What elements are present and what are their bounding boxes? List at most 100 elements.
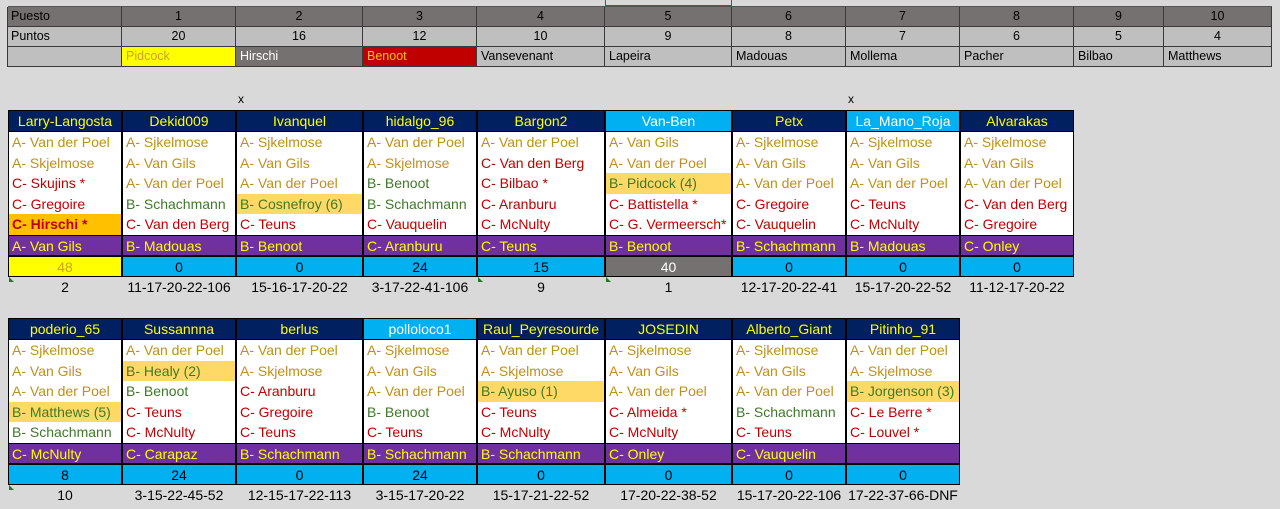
bonus-pick: B- Schachmann xyxy=(363,443,477,464)
points-cell[interactable]: 4 xyxy=(1164,27,1272,47)
pick-c: C- Aranburu xyxy=(236,381,363,402)
comment-flag-icon xyxy=(478,277,483,282)
points-cell[interactable]: 20 xyxy=(122,27,236,47)
points-cell[interactable]: 10 xyxy=(477,27,605,47)
team-header[interactable]: poderio_65 xyxy=(8,318,122,340)
rider-cell[interactable]: Mollema xyxy=(846,47,960,67)
pick-c: C- Teuns xyxy=(363,422,477,443)
team-stage-positions: 15-17-20-22-52 xyxy=(854,279,952,295)
team-stage-positions: 1 xyxy=(664,279,673,295)
bonus-pick: A- Van Gils xyxy=(8,235,122,256)
pick-c: C- Aranburu xyxy=(477,193,605,215)
comment-flag-icon xyxy=(9,277,14,282)
position-cell[interactable]: 1 xyxy=(122,7,236,27)
pick-c: C- G. Vermeersch* xyxy=(605,214,732,235)
bonus-pick: B- Schachmann xyxy=(477,443,605,464)
team-header[interactable]: hidalgo_96 xyxy=(363,110,477,132)
pick-a: A- Van der Poel xyxy=(732,381,846,402)
team-header[interactable]: Ivanquel xyxy=(236,110,363,132)
position-cell[interactable]: 10 xyxy=(1164,7,1272,27)
points-cell[interactable]: 6 xyxy=(960,27,1074,47)
points-cell[interactable]: 16 xyxy=(236,27,363,47)
team-header[interactable]: polloloco1 xyxy=(363,318,477,340)
team-header[interactable]: Petx xyxy=(732,110,846,132)
team-stage-positions: 17-22-37-66-DNF xyxy=(848,487,958,503)
pick-c: C- Skujins * xyxy=(8,173,122,194)
pick-a: A- Sjkelmose xyxy=(605,340,732,361)
team-score: 0 xyxy=(122,256,236,277)
team-header[interactable]: Van-Ben xyxy=(605,110,732,132)
pick-a: A- Van der Poel xyxy=(960,173,1074,194)
position-cell[interactable]: 8 xyxy=(960,7,1074,27)
team-score: 8 xyxy=(8,464,122,485)
team-header[interactable]: Larry-Langosta xyxy=(8,110,122,132)
pick-c: C- Almeida * xyxy=(605,401,732,423)
rider-cell[interactable]: Benoot xyxy=(363,47,477,67)
team-score: 24 xyxy=(363,256,477,277)
pick-a: A- Van Gils xyxy=(8,360,122,382)
pick-c: C- Van den Berg xyxy=(960,193,1074,215)
pick-b: B- Matthews (5) xyxy=(8,401,122,423)
position-cell[interactable]: 6 xyxy=(732,7,846,27)
team-header[interactable]: berlus xyxy=(236,318,363,340)
team-header[interactable]: Dekid009 xyxy=(122,110,236,132)
team-score: 0 xyxy=(236,464,363,485)
rider-cell[interactable]: Hirschi xyxy=(236,47,363,67)
team-header[interactable]: La_Mano_Roja xyxy=(846,110,960,132)
ranking-left-border xyxy=(7,7,8,67)
selected-cell[interactable] xyxy=(605,0,732,6)
pick-c: C- Gregoire xyxy=(732,193,846,215)
puesto-label[interactable]: Puesto xyxy=(8,7,122,27)
team-stage-positions: 3-17-22-41-106 xyxy=(371,279,469,295)
rider-cell[interactable]: Matthews xyxy=(1164,47,1272,67)
team-header[interactable]: Alvarakas xyxy=(960,110,1074,132)
team-stage-positions: 10 xyxy=(57,487,73,503)
position-cell[interactable]: 4 xyxy=(477,7,605,27)
pick-a: A- Van Gils xyxy=(732,360,846,382)
rider-cell[interactable]: Bilbao xyxy=(1074,47,1164,67)
pick-c: C- McNulty xyxy=(477,422,605,443)
points-cell[interactable]: 12 xyxy=(363,27,477,47)
position-cell[interactable]: 3 xyxy=(363,7,477,27)
pick-a: A- Van der Poel xyxy=(363,381,477,402)
puntos-label[interactable]: Puntos xyxy=(8,27,122,47)
points-cell[interactable]: 9 xyxy=(605,27,732,47)
team-header[interactable]: Pitinho_91 xyxy=(846,318,960,340)
team-score: 0 xyxy=(477,464,605,485)
rider-cell[interactable]: Madouas xyxy=(732,47,846,67)
pick-b: B- Schachmann xyxy=(8,422,122,443)
team-header[interactable]: Sussannna xyxy=(122,318,236,340)
bonus-pick: B- Schachmann xyxy=(236,443,363,464)
points-cell[interactable]: 8 xyxy=(732,27,846,47)
bonus-pick: C- Onley xyxy=(605,443,732,464)
ranking-empty-cell[interactable] xyxy=(8,47,122,67)
team-header[interactable]: JOSEDIN xyxy=(605,318,732,340)
rider-cell[interactable]: Pidcock xyxy=(122,47,236,67)
points-cell[interactable]: 7 xyxy=(846,27,960,47)
rider-cell[interactable]: Vansevenant xyxy=(477,47,605,67)
pick-b: B- Ayuso (1) xyxy=(477,381,605,402)
bonus-pick: C- Carapaz xyxy=(122,443,236,464)
pick-c: C- Teuns xyxy=(122,401,236,423)
pick-c: C- Gregoire xyxy=(960,214,1074,235)
bonus-pick: C- Onley xyxy=(960,235,1074,256)
rider-cell[interactable]: Lapeira xyxy=(605,47,732,67)
bonus-pick: B- Benoot xyxy=(605,235,732,256)
position-cell[interactable]: 7 xyxy=(846,7,960,27)
team-stage-positions: 3-15-22-45-52 xyxy=(134,487,224,503)
points-cell[interactable]: 5 xyxy=(1074,27,1164,47)
pick-c: C- Teuns xyxy=(477,401,605,423)
pick-b: B- Benoot xyxy=(363,401,477,423)
team-header[interactable]: Alberto_Giant xyxy=(732,318,846,340)
x-mark: x xyxy=(238,92,244,106)
pick-c: C- McNulty xyxy=(477,214,605,235)
pick-a: A- Van der Poel xyxy=(8,381,122,402)
team-header[interactable]: Raul_Peyresourde xyxy=(477,318,605,340)
pick-c: C- Van den Berg xyxy=(122,214,236,235)
position-cell[interactable]: 9 xyxy=(1074,7,1164,27)
position-cell[interactable]: 5 xyxy=(605,7,732,27)
team-stage-positions: 12-15-17-22-113 xyxy=(247,487,352,503)
position-cell[interactable]: 2 xyxy=(236,7,363,27)
team-header[interactable]: Bargon2 xyxy=(477,110,605,132)
rider-cell[interactable]: Pacher xyxy=(960,47,1074,67)
